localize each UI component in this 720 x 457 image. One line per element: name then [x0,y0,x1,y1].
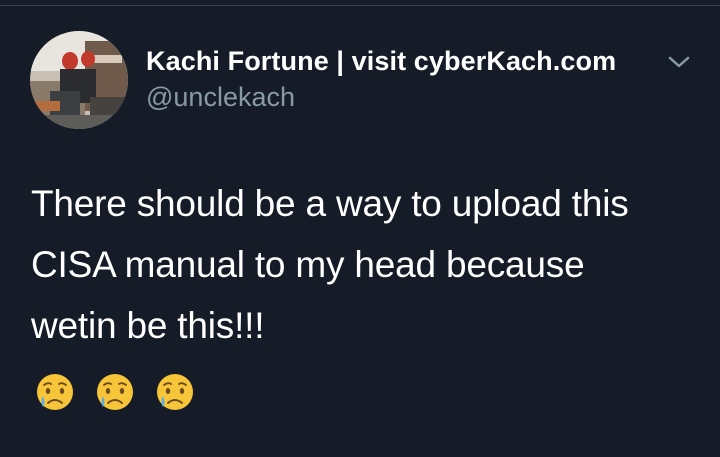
crying-face-emoji [157,374,193,410]
tweet-card: Kachi Fortune | visit cyberKach.com @unc… [0,0,720,457]
author-display-name[interactable]: Kachi Fortune | visit cyberKach.com [146,46,616,77]
tweet-text-line: wetin be this!!! [31,305,265,346]
tweet-text-line: There should be a way to upload this [31,183,629,224]
tweet-text: There should be a way to upload this CIS… [31,173,696,356]
avatar[interactable] [30,31,128,129]
avatar-photo [30,31,128,129]
tweet-text-line: CISA manual to my head because [31,244,585,285]
chevron-down-icon[interactable] [664,50,694,74]
divider [0,0,720,6]
crying-face-emoji [37,374,73,410]
crying-face-emoji [97,374,133,410]
author-handle[interactable]: @unclekach [146,82,295,113]
